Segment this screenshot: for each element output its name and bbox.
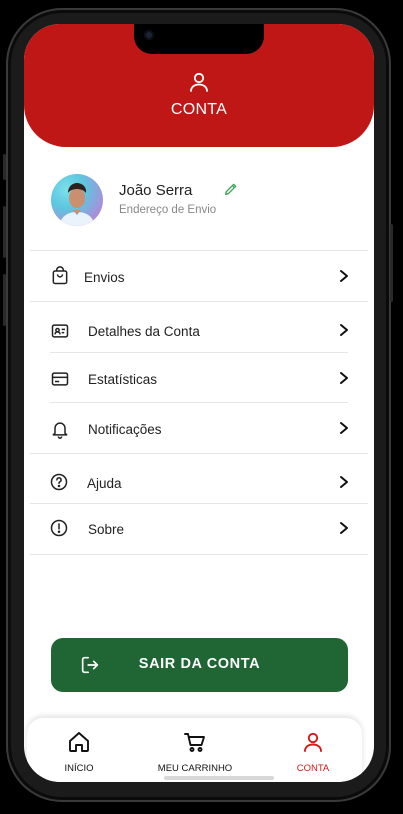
nav-label: MEU CARRINHO <box>157 763 233 774</box>
nav-label: CONTA <box>296 763 330 774</box>
home-icon <box>69 732 89 752</box>
divider <box>30 301 368 302</box>
card-icon <box>51 372 69 386</box>
help-circle-icon <box>50 473 68 491</box>
chevron-right-icon <box>340 476 348 488</box>
app-screen: CONTA João Serra Endereço de Envio Envio… <box>24 24 374 782</box>
camera-icon <box>144 30 154 40</box>
divider <box>50 352 348 353</box>
menu-item-label: Estatísticas <box>88 372 158 387</box>
chevron-right-icon <box>340 324 348 336</box>
user-icon <box>304 732 322 752</box>
pencil-icon[interactable] <box>223 181 239 197</box>
info-circle-icon <box>50 519 68 537</box>
menu-item-about[interactable]: Sobre <box>24 506 374 552</box>
nav-item-account[interactable]: CONTA <box>273 718 353 778</box>
menu-item-label: Detalhes da Conta <box>88 324 200 339</box>
profile-name: João Serra <box>119 182 193 199</box>
chevron-right-icon <box>340 522 348 534</box>
divider <box>30 554 368 555</box>
menu-item-label: Notificações <box>88 422 162 437</box>
avatar[interactable] <box>51 174 103 226</box>
home-indicator <box>164 776 274 780</box>
mute-switch <box>3 154 6 180</box>
nav-item-cart[interactable]: MEU CARRINHO <box>145 718 245 778</box>
menu-item-help[interactable]: Ajuda <box>24 460 374 506</box>
divider <box>30 250 368 251</box>
page-title: CONTA <box>170 101 228 118</box>
id-card-icon <box>51 324 69 338</box>
menu-item-label: Envios <box>84 270 125 285</box>
chevron-right-icon <box>340 372 348 384</box>
menu-item-account-details[interactable]: Detalhes da Conta <box>24 308 374 354</box>
menu-item-envios[interactable]: Envios <box>24 254 374 300</box>
menu-item-label: Sobre <box>88 522 125 537</box>
power-button <box>390 224 393 302</box>
cart-icon <box>184 733 205 752</box>
menu-item-label: Ajuda <box>87 476 122 491</box>
divider <box>50 402 348 403</box>
person-photo <box>59 183 95 226</box>
bell-icon <box>52 422 68 439</box>
nav-label: INÍCIO <box>64 763 94 774</box>
logout-label: SAIR DA CONTA <box>138 656 261 672</box>
menu-item-notifications[interactable]: Notificações <box>24 406 374 452</box>
logout-button[interactable]: SAIR DA CONTA <box>51 638 348 692</box>
bottom-navigation: INÍCIO MEU CARRINHO CONTA <box>27 718 362 782</box>
volume-down-button <box>3 274 6 326</box>
chevron-right-icon <box>340 270 348 282</box>
divider <box>30 503 368 504</box>
divider <box>30 453 368 454</box>
chevron-right-icon <box>340 422 348 434</box>
user-icon <box>190 72 208 92</box>
bag-icon <box>52 266 68 285</box>
nav-item-home[interactable]: INÍCIO <box>39 718 119 778</box>
shipping-address-link[interactable]: Endereço de Envio <box>119 204 216 216</box>
menu-item-statistics[interactable]: Estatísticas <box>24 356 374 402</box>
camera-notch <box>134 24 264 54</box>
volume-up-button <box>3 206 6 258</box>
